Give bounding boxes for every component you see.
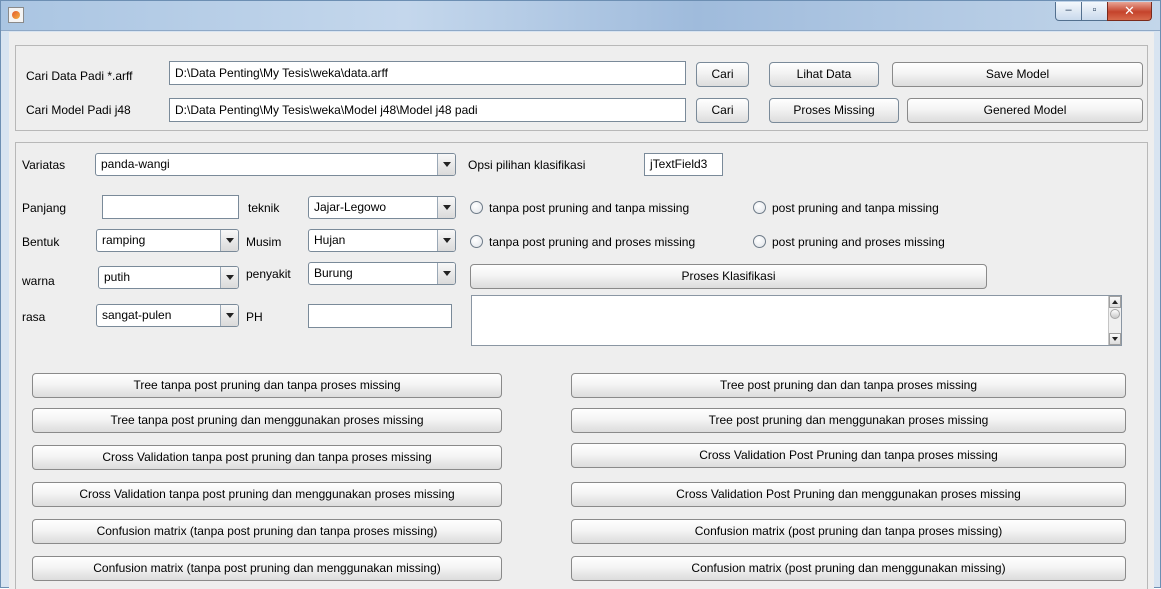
warna-label: warna — [22, 274, 55, 288]
radio-post-proses-missing[interactable] — [753, 235, 766, 248]
rasa-select[interactable]: sangat-pulen — [96, 304, 239, 327]
cv-post-tanpa-missing-button[interactable]: Cross Validation Post Pruning dan tanpa … — [571, 443, 1126, 468]
teknik-value: Jajar-Legowo — [314, 200, 387, 214]
bentuk-value: ramping — [102, 233, 146, 247]
warna-select[interactable]: putih — [98, 266, 239, 289]
tree-tanpa-post-proses-missing-button[interactable]: Tree tanpa post pruning dan menggunakan … — [32, 408, 502, 433]
lihat-data-button[interactable]: Lihat Data — [769, 62, 879, 87]
bentuk-select[interactable]: ramping — [96, 229, 239, 252]
chevron-down-icon — [437, 197, 455, 218]
cv-post-proses-missing-button[interactable]: Cross Validation Post Pruning dan menggu… — [571, 482, 1126, 507]
close-button[interactable]: ✕ — [1107, 2, 1152, 21]
chevron-down-icon — [220, 230, 238, 251]
musim-select[interactable]: Hujan — [308, 229, 456, 252]
save-model-button[interactable]: Save Model — [892, 62, 1143, 87]
radio-tanpa-post-tanpa-missing[interactable] — [470, 201, 483, 214]
penyakit-value: Burung — [314, 266, 353, 280]
radio-label: post pruning and proses missing — [772, 235, 945, 249]
rasa-value: sangat-pulen — [102, 308, 172, 322]
variatas-value: panda-wangi — [101, 157, 170, 171]
tree-post-tanpa-missing-button[interactable]: Tree post pruning dan dan tanpa proses m… — [571, 373, 1126, 398]
result-scrollbar[interactable] — [1108, 296, 1121, 345]
chevron-down-icon — [437, 154, 455, 175]
java-app-icon — [8, 7, 24, 23]
minimize-button[interactable]: – — [1055, 2, 1082, 21]
cari-model-button[interactable]: Cari — [696, 98, 749, 123]
maximize-button[interactable]: ▫ — [1081, 2, 1108, 21]
musim-label: Musim — [246, 235, 282, 249]
radio-label: post pruning and tanpa missing — [772, 201, 939, 215]
cm-tanpa-post-tanpa-missing-button[interactable]: Confusion matrix (tanpa post pruning dan… — [32, 519, 502, 544]
radio-post-tanpa-missing[interactable] — [753, 201, 766, 214]
cm-tanpa-post-proses-missing-button[interactable]: Confusion matrix (tanpa post pruning dan… — [32, 556, 502, 581]
model-file-label: Cari Model Padi j48 — [26, 103, 131, 117]
scroll-up-arrow-icon[interactable] — [1109, 296, 1121, 308]
bentuk-label: Bentuk — [22, 235, 60, 249]
tree-tanpa-post-tanpa-missing-button[interactable]: Tree tanpa post pruning dan tanpa proses… — [32, 373, 502, 398]
musim-value: Hujan — [314, 233, 346, 247]
content-area: Cari Data Padi *.arff D:\Data Penting\My… — [9, 32, 1154, 589]
chevron-down-icon — [437, 263, 455, 284]
variatas-label: Variatas — [22, 158, 66, 172]
panjang-field[interactable] — [102, 195, 239, 219]
cv-tanpa-post-proses-missing-button[interactable]: Cross Validation tanpa post pruning dan … — [32, 482, 502, 507]
proses-missing-button[interactable]: Proses Missing — [769, 98, 899, 123]
penyakit-select[interactable]: Burung — [308, 262, 456, 285]
chevron-down-icon — [220, 267, 238, 288]
genered-model-button[interactable]: Genered Model — [907, 98, 1143, 123]
scroll-down-arrow-icon[interactable] — [1109, 333, 1121, 345]
radio-label: tanpa post pruning and proses missing — [489, 235, 696, 249]
radio-tanpa-post-proses-missing[interactable] — [470, 235, 483, 248]
proses-klasifikasi-button[interactable]: Proses Klasifikasi — [470, 264, 987, 289]
warna-value: putih — [104, 270, 131, 284]
data-file-label: Cari Data Padi *.arff — [26, 69, 133, 83]
model-path-field[interactable]: D:\Data Penting\My Tesis\weka\Model j48\… — [169, 98, 686, 122]
chevron-down-icon — [220, 305, 238, 326]
radio-label: tanpa post pruning and tanpa missing — [489, 201, 690, 215]
file-panel: Cari Data Padi *.arff D:\Data Penting\My… — [15, 45, 1148, 131]
chevron-down-icon — [437, 230, 455, 251]
ph-label: PH — [246, 310, 263, 324]
penyakit-label: penyakit — [246, 267, 291, 281]
result-textarea[interactable] — [471, 295, 1122, 346]
cv-tanpa-post-tanpa-missing-button[interactable]: Cross Validation tanpa post pruning dan … — [32, 445, 502, 470]
panjang-label: Panjang — [22, 201, 67, 215]
scroll-thumb[interactable] — [1110, 309, 1120, 319]
cm-post-proses-missing-button[interactable]: Confusion matrix (post pruning dan mengg… — [571, 556, 1126, 581]
classification-panel: Variatas panda-wangi Opsi pilihan klasif… — [15, 142, 1148, 589]
opsi-label: Opsi pilihan klasifikasi — [468, 158, 586, 172]
tree-post-proses-missing-button[interactable]: Tree post pruning dan menggunakan proses… — [571, 408, 1126, 433]
cari-data-button[interactable]: Cari — [696, 62, 749, 87]
cm-post-tanpa-missing-button[interactable]: Confusion matrix (post pruning dan tanpa… — [571, 519, 1126, 544]
ph-field[interactable] — [308, 304, 452, 328]
data-path-field[interactable]: D:\Data Penting\My Tesis\weka\data.arff — [169, 61, 686, 85]
opsi-field[interactable]: jTextField3 — [644, 153, 723, 176]
title-bar: – ▫ ✕ — [1, 1, 1160, 31]
rasa-label: rasa — [22, 310, 46, 324]
variatas-select[interactable]: panda-wangi — [95, 153, 456, 176]
app-window: – ▫ ✕ Cari Data Padi *.arff D:\Data Pent… — [0, 0, 1161, 589]
teknik-label: teknik — [248, 201, 280, 215]
teknik-select[interactable]: Jajar-Legowo — [308, 196, 456, 219]
